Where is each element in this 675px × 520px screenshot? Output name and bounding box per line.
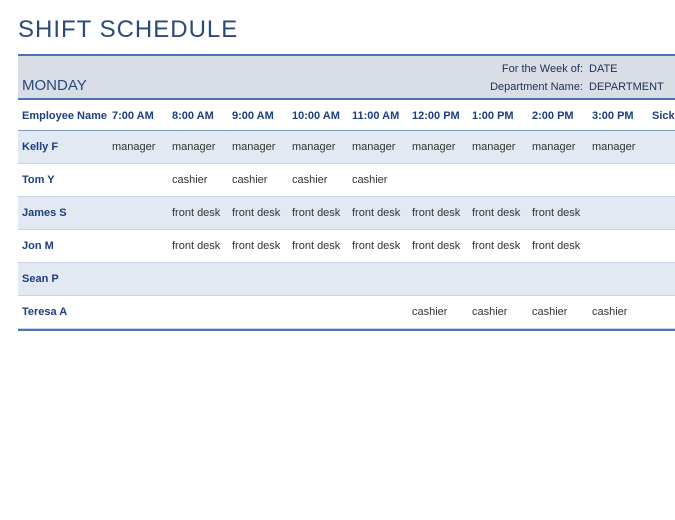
week-of-label: For the Week of: bbox=[463, 60, 583, 78]
shift-cell: front desk bbox=[170, 230, 230, 263]
col-time-0: 7:00 AM bbox=[110, 102, 170, 131]
shift-cell: manager bbox=[290, 131, 350, 164]
shift-cell: manager bbox=[230, 131, 290, 164]
employee-name: Kelly F bbox=[18, 131, 110, 164]
shift-cell: cashier bbox=[230, 164, 290, 197]
employee-name: James S bbox=[18, 197, 110, 230]
shift-cell: front desk bbox=[350, 197, 410, 230]
employee-name: Tom Y bbox=[18, 164, 110, 197]
col-sick: Sick? bbox=[650, 102, 675, 131]
table-row: Sean P bbox=[18, 263, 675, 296]
shift-cell bbox=[590, 263, 650, 296]
shift-cell: manager bbox=[530, 131, 590, 164]
shift-cell: front desk bbox=[230, 230, 290, 263]
shift-cell: front desk bbox=[290, 197, 350, 230]
shift-cell bbox=[290, 296, 350, 329]
shift-cell: front desk bbox=[530, 230, 590, 263]
col-time-1: 8:00 AM bbox=[170, 102, 230, 131]
col-time-4: 11:00 AM bbox=[350, 102, 410, 131]
shift-cell bbox=[230, 263, 290, 296]
sick-cell bbox=[650, 230, 675, 263]
week-of-value: DATE bbox=[589, 60, 669, 78]
header-divider bbox=[18, 98, 675, 100]
shift-cell: manager bbox=[470, 131, 530, 164]
page-title: SHIFT SCHEDULE bbox=[18, 16, 675, 44]
shift-cell bbox=[290, 263, 350, 296]
day-label: MONDAY bbox=[22, 77, 87, 94]
employee-name: Jon M bbox=[18, 230, 110, 263]
shift-cell: manager bbox=[590, 131, 650, 164]
col-time-6: 1:00 PM bbox=[470, 102, 530, 131]
col-time-7: 2:00 PM bbox=[530, 102, 590, 131]
shift-cell bbox=[350, 296, 410, 329]
shift-cell: front desk bbox=[470, 230, 530, 263]
shift-cell: front desk bbox=[530, 197, 590, 230]
shift-cell: manager bbox=[170, 131, 230, 164]
shift-cell bbox=[530, 263, 590, 296]
sick-cell bbox=[650, 197, 675, 230]
table-row: Jon Mfront deskfront deskfront deskfront… bbox=[18, 230, 675, 263]
shift-cell: front desk bbox=[290, 230, 350, 263]
employee-name: Teresa A bbox=[18, 296, 110, 329]
shift-cell: cashier bbox=[530, 296, 590, 329]
shift-cell: manager bbox=[110, 131, 170, 164]
shift-cell: cashier bbox=[350, 164, 410, 197]
shift-cell: cashier bbox=[470, 296, 530, 329]
sick-cell bbox=[650, 263, 675, 296]
table-row: James Sfront deskfront deskfront deskfro… bbox=[18, 197, 675, 230]
shift-cell bbox=[590, 230, 650, 263]
shift-cell: front desk bbox=[470, 197, 530, 230]
shift-cell bbox=[590, 164, 650, 197]
department-label: Department Name: bbox=[463, 78, 583, 96]
shift-cell bbox=[110, 197, 170, 230]
shift-cell bbox=[170, 296, 230, 329]
sick-cell bbox=[650, 131, 675, 164]
shift-cell: front desk bbox=[230, 197, 290, 230]
shift-cell bbox=[470, 164, 530, 197]
shift-cell: manager bbox=[410, 131, 470, 164]
info-bar: MONDAY For the Week of: DATE Department … bbox=[18, 56, 675, 98]
col-time-5: 12:00 PM bbox=[410, 102, 470, 131]
col-time-3: 10:00 AM bbox=[290, 102, 350, 131]
schedule-table: Employee Name 7:00 AM 8:00 AM 9:00 AM 10… bbox=[18, 102, 675, 329]
shift-cell: front desk bbox=[170, 197, 230, 230]
department-value: DEPARTMENT bbox=[589, 78, 669, 96]
table-row: Teresa Acashiercashiercashiercashier bbox=[18, 296, 675, 329]
col-time-2: 9:00 AM bbox=[230, 102, 290, 131]
shift-cell: cashier bbox=[170, 164, 230, 197]
shift-cell bbox=[470, 263, 530, 296]
shift-cell: front desk bbox=[350, 230, 410, 263]
shift-cell: cashier bbox=[290, 164, 350, 197]
shift-cell: front desk bbox=[410, 197, 470, 230]
shift-cell bbox=[110, 263, 170, 296]
shift-cell bbox=[110, 296, 170, 329]
shift-cell bbox=[110, 230, 170, 263]
employee-name: Sean P bbox=[18, 263, 110, 296]
shift-cell bbox=[410, 263, 470, 296]
sick-cell bbox=[650, 164, 675, 197]
shift-cell bbox=[350, 263, 410, 296]
shift-cell bbox=[230, 296, 290, 329]
shift-cell bbox=[170, 263, 230, 296]
shift-cell: manager bbox=[350, 131, 410, 164]
sick-cell bbox=[650, 296, 675, 329]
shift-cell bbox=[590, 197, 650, 230]
col-time-8: 3:00 PM bbox=[590, 102, 650, 131]
col-employee: Employee Name bbox=[18, 102, 110, 131]
header-row: Employee Name 7:00 AM 8:00 AM 9:00 AM 10… bbox=[18, 102, 675, 131]
bottom-divider bbox=[18, 329, 675, 331]
shift-cell bbox=[110, 164, 170, 197]
table-row: Tom Ycashiercashiercashiercashier bbox=[18, 164, 675, 197]
shift-cell bbox=[530, 164, 590, 197]
shift-cell: cashier bbox=[410, 296, 470, 329]
table-row: Kelly Fmanagermanagermanagermanagermanag… bbox=[18, 131, 675, 164]
shift-cell bbox=[410, 164, 470, 197]
shift-cell: front desk bbox=[410, 230, 470, 263]
shift-cell: cashier bbox=[590, 296, 650, 329]
